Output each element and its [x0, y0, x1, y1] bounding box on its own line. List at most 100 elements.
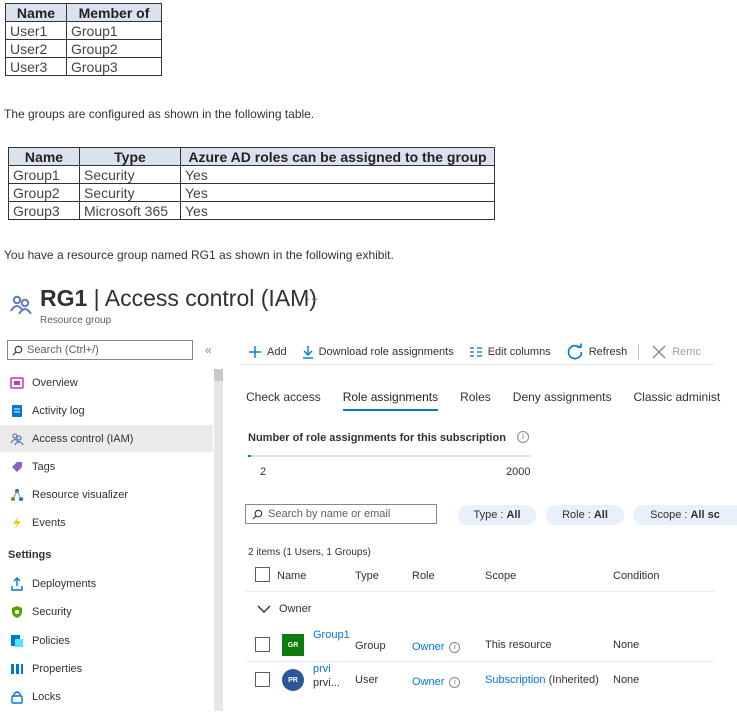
sidebar-search-input[interactable]: Search (Ctrl+/) — [7, 340, 193, 360]
collapse-sidebar-button[interactable]: « — [205, 343, 212, 357]
role-cell: Owner i — [412, 641, 461, 653]
remove-button[interactable]: Remc — [651, 344, 701, 360]
table-row: User1 Group1 — [5, 21, 162, 40]
condition-value: None — [613, 674, 640, 686]
sidebar-item-label: Security — [32, 605, 72, 618]
refresh-button[interactable]: Refresh — [566, 343, 628, 361]
info-icon[interactable]: i — [517, 431, 529, 443]
scope-suffix: (Inherited) — [545, 674, 599, 686]
download-role-assignments-button[interactable]: Download role assignments — [302, 345, 454, 359]
toolbar-divider — [638, 344, 640, 360]
sidebar-item-label: Activity log — [32, 404, 85, 417]
role-filter-label: Role : — [562, 509, 591, 521]
tab-check-access[interactable]: Check access — [246, 390, 321, 411]
table-cell: Yes — [180, 201, 495, 220]
sidebar-item-access-control[interactable]: Access control (IAM) — [0, 425, 213, 452]
row-checkbox[interactable] — [255, 672, 270, 687]
groups-col-roles-assignable: Azure AD roles can be assigned to the gr… — [180, 147, 495, 166]
edit-columns-button[interactable]: Edit columns — [469, 346, 551, 358]
sidebar-item-security[interactable]: Security — [0, 598, 213, 625]
role-filter-pill[interactable]: Role : All — [546, 505, 624, 525]
sidebar-scrollbar[interactable] — [214, 369, 223, 711]
sidebar-item-label: Policies — [32, 634, 70, 647]
more-options-button[interactable]: ··· — [306, 291, 319, 306]
group-header-label: Owner — [279, 603, 312, 615]
sidebar-item-label: Properties — [32, 662, 83, 675]
items-count: 2 items (1 Users, 1 Groups) — [248, 547, 371, 558]
sidebar-item-deployments[interactable]: Deployments — [0, 570, 213, 597]
groups-table: Name Type Azure AD roles can be assigned… — [8, 147, 495, 220]
sidebar-item-locks[interactable]: Locks — [0, 683, 213, 710]
table-cell: Group2 — [8, 183, 80, 202]
search-input[interactable]: Search by name or email — [245, 504, 437, 524]
info-icon[interactable]: i — [449, 676, 461, 688]
remove-label: Remc — [672, 346, 701, 358]
scope-link[interactable]: Subscription — [485, 674, 546, 686]
header-divider — [245, 591, 715, 592]
add-label: Add — [267, 346, 287, 358]
search-icon — [252, 509, 263, 519]
scope-filter-pill[interactable]: Scope : All sc — [633, 505, 737, 525]
tab-deny-assignments[interactable]: Deny assignments — [513, 390, 612, 411]
sidebar-item-label: Deployments — [32, 577, 97, 590]
table-row: User2 Group2 — [5, 39, 162, 58]
users-col-member-of: Member of — [66, 3, 162, 22]
group-header-owner[interactable]: Owner — [257, 603, 311, 615]
sidebar-item-overview[interactable]: Overview — [0, 369, 213, 396]
tab-roles[interactable]: Roles — [460, 390, 491, 411]
sidebar-item-activity-log[interactable]: Activity log — [0, 397, 213, 424]
type-filter-label: Type : — [473, 509, 504, 521]
role-assignment-current: 2 — [260, 466, 267, 478]
principal-name-link[interactable]: prvi — [313, 663, 331, 675]
select-all-checkbox[interactable] — [255, 567, 270, 582]
table-cell: Group3 — [66, 57, 162, 76]
column-header-name[interactable]: Name — [277, 570, 306, 582]
role-link[interactable]: Owner — [412, 641, 444, 653]
sidebar-item-tags[interactable]: Tags — [0, 453, 213, 480]
column-header-type[interactable]: Type — [355, 570, 379, 582]
sidebar-item-resource-visualizer[interactable]: Resource visualizer — [0, 481, 213, 508]
role-assignment-count-label: Number of role assignments for this subs… — [248, 432, 506, 444]
table-cell: Group1 — [66, 21, 162, 40]
chevron-down-icon — [257, 605, 271, 613]
refresh-label: Refresh — [588, 346, 628, 358]
add-button[interactable]: Add — [248, 345, 287, 359]
table-cell: Security — [79, 183, 181, 202]
role-link[interactable]: Owner — [412, 676, 444, 688]
events-icon — [13, 516, 21, 529]
sidebar-item-label: Locks — [32, 690, 61, 703]
info-icon[interactable]: i — [449, 641, 461, 653]
resource-visualizer-icon — [11, 488, 23, 501]
policies-icon — [11, 634, 23, 647]
column-header-condition[interactable]: Condition — [613, 570, 659, 582]
blade-name: | Access control (IAM) — [87, 285, 317, 311]
sidebar-search-placeholder: Search (Ctrl+/) — [27, 344, 99, 356]
scrollbar-thumb[interactable] — [214, 369, 223, 381]
iam-icon — [10, 432, 24, 445]
search-placeholder: Search by name or email — [268, 508, 391, 520]
tab-role-assignments[interactable]: Role assignments — [342, 390, 439, 411]
table-cell: User2 — [5, 39, 67, 58]
table-cell: Group2 — [66, 39, 162, 58]
sidebar-item-properties[interactable]: Properties — [0, 655, 213, 682]
column-header-role[interactable]: Role — [412, 570, 435, 582]
plus-icon — [249, 346, 261, 358]
sidebar-item-policies[interactable]: Policies — [0, 627, 213, 654]
table-row: Group2 Security Yes — [8, 183, 495, 202]
table-cell: Group3 — [8, 201, 80, 220]
properties-icon — [11, 663, 23, 674]
tab-classic-administrators[interactable]: Classic administ — [634, 390, 721, 411]
column-header-scope[interactable]: Scope — [485, 570, 516, 582]
table-cell: Group1 — [8, 165, 80, 184]
role-filter-value: All — [593, 509, 608, 521]
condition-value: None — [613, 639, 640, 651]
principal-name-link[interactable]: Group1 — [313, 629, 350, 641]
type-filter-pill[interactable]: Type : All — [458, 505, 536, 525]
sidebar-item-label: Tags — [32, 460, 56, 473]
shield-icon — [12, 605, 22, 618]
download-label: Download role assignments — [318, 346, 454, 358]
resource-group-intro-text: You have a resource group named RG1 as s… — [4, 248, 394, 262]
sidebar-item-events[interactable]: Events — [0, 509, 213, 536]
row-checkbox[interactable] — [255, 637, 270, 652]
download-icon — [302, 346, 313, 359]
